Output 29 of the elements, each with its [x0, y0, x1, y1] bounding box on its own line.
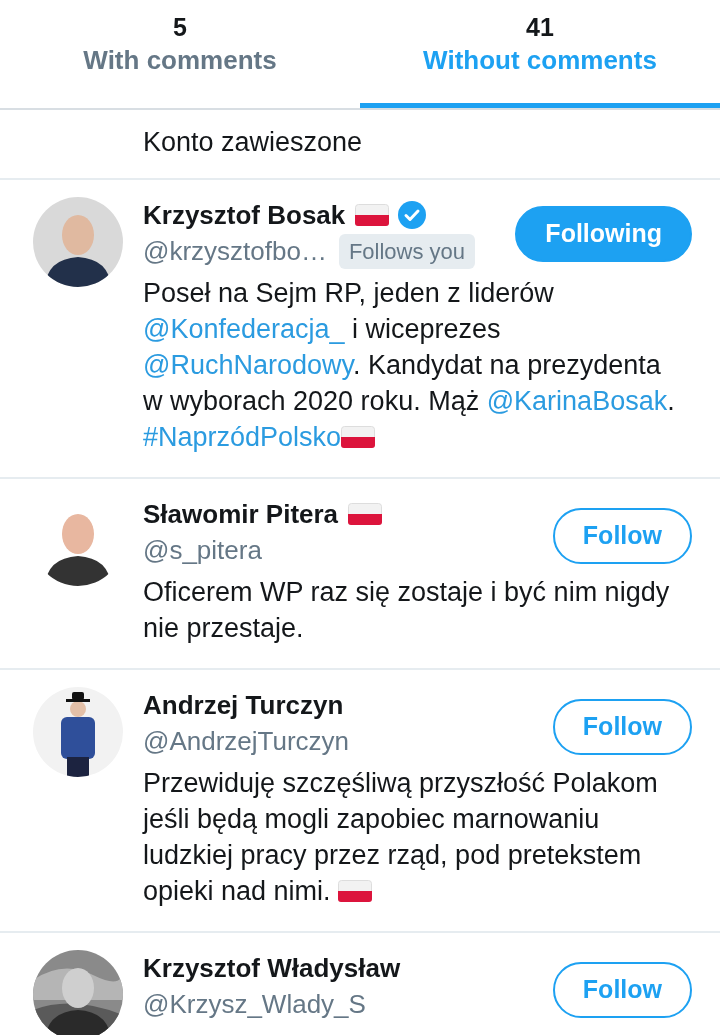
user-handle: @AndrzejTurczyn	[143, 725, 350, 758]
following-button[interactable]: Following	[515, 206, 692, 262]
mention-link[interactable]: @KarinaBosak	[486, 386, 668, 416]
bio-text: Konto zawieszone	[143, 127, 363, 157]
follow-button[interactable]: Follow	[552, 699, 692, 755]
mention-link[interactable]: @Konfederacja_	[143, 314, 345, 344]
user-name: Sławomir Pitera	[143, 498, 339, 531]
tab-label: With comments	[83, 44, 277, 77]
bio-text: Oficerem WP raz się zostaje i być nim nigdy nie przestaje.	[143, 576, 671, 645]
user-handle: @krzysztofbo…	[143, 235, 327, 268]
user-name: Krzysztof Bosak	[143, 199, 346, 232]
bio-text: Przewiduję szczęśliwą przyszłość Polakom jeśli będą mogli zapobiec marnowaniu ludzkiej pracy przez rząd, pod pretekstem opieki nad nimi.	[143, 767, 659, 908]
user-handle: @Krzysz_Wlady_S	[143, 988, 366, 1021]
tab-label: Without comments	[423, 44, 657, 77]
mention-link[interactable]: @RuchNarodowy	[143, 350, 353, 380]
tab-count: 41	[526, 12, 554, 42]
tab-count: 5	[173, 12, 187, 42]
user-handle: @s_pitera	[143, 534, 262, 567]
follow-button[interactable]: Follow	[552, 508, 692, 564]
tab[interactable]: 41 Without comments	[360, 0, 720, 108]
bio-text: Poseł na Sejm RP, jeden z liderów @Konfederacja_ i wiceprezes @RuchNarodowy. Kandydat na prezydenta w wyborach 2020 roku. Mąż @KarinaBosak. #NaprzódPolsko	[143, 277, 676, 454]
flag-icon	[341, 426, 376, 448]
user-name: Andrzej Turczyn	[143, 689, 344, 722]
flag-icon	[338, 880, 373, 902]
hashtag-link[interactable]: #NaprzódPolsko	[143, 422, 342, 452]
tab[interactable]: 5 With comments	[0, 0, 360, 108]
follows-you-label: Follows you	[338, 233, 476, 269]
user-name: Krzysztof Władysław	[143, 952, 401, 985]
follow-button[interactable]: Follow	[552, 962, 692, 1018]
